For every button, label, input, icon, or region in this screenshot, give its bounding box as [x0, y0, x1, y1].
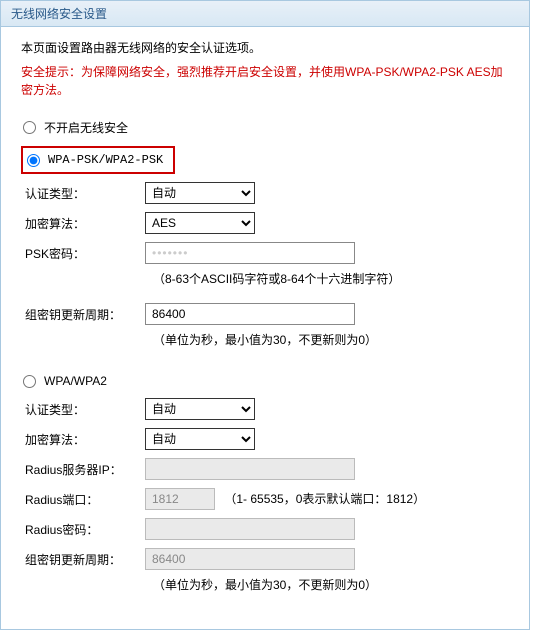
option-wpapsk-radio[interactable]: [27, 154, 40, 167]
wpapsk-group-hint: （单位为秒，最小值为30，不更新则为0）: [153, 333, 377, 347]
wpapsk-group-label: 组密钥更新周期：: [25, 306, 145, 323]
option-wpapsk-highlight: WPA-PSK/WPA2-PSK: [21, 146, 175, 174]
radius-ip-input: [145, 458, 355, 480]
radius-port-hint: （1- 65535，0表示默认端口：1812）: [224, 492, 425, 506]
wpa-group-input: [145, 548, 355, 570]
radius-pw-input: [145, 518, 355, 540]
option-wpa-row: WPA/WPA2: [21, 374, 509, 388]
wpapsk-psk-label: PSK密码：: [25, 245, 145, 262]
psk-hint: （8-63个ASCII码字符或8-64个十六进制字符）: [153, 272, 400, 286]
wpapsk-auth-label: 认证类型：: [25, 185, 145, 202]
option-wpa-label: WPA/WPA2: [44, 374, 107, 388]
wpa-auth-label: 认证类型：: [25, 401, 145, 418]
wpapsk-auth-select[interactable]: 自动: [145, 182, 255, 204]
radius-pw-label: Radius密码：: [25, 521, 145, 538]
wpapsk-group-input[interactable]: [145, 303, 355, 325]
wpa-encrypt-select[interactable]: 自动: [145, 428, 255, 450]
option-wpa-radio[interactable]: [23, 375, 36, 388]
option-none-row: 不开启无线安全: [21, 119, 509, 136]
wpa-group-hint: （单位为秒，最小值为30，不更新则为0）: [153, 578, 377, 592]
wpa-encrypt-label: 加密算法：: [25, 431, 145, 448]
intro-text: 本页面设置路由器无线网络的安全认证选项。: [21, 39, 509, 57]
panel-title: 无线网络安全设置: [1, 0, 529, 27]
wpa-auth-select[interactable]: 自动: [145, 398, 255, 420]
wpapsk-psk-input[interactable]: [145, 242, 355, 264]
wpapsk-encrypt-select[interactable]: AES: [145, 212, 255, 234]
wpapsk-fields: 认证类型： 自动 加密算法： AES PSK密码：: [21, 182, 509, 348]
radius-ip-label: Radius服务器IP：: [25, 461, 145, 478]
option-none-radio[interactable]: [23, 121, 36, 134]
radius-port-label: Radius端口：: [25, 491, 145, 508]
wpa-fields: 认证类型： 自动 加密算法： 自动 Radius服务器IP：: [21, 398, 509, 593]
wpapsk-encrypt-label: 加密算法：: [25, 215, 145, 232]
panel-body: 本页面设置路由器无线网络的安全认证选项。 安全提示：为保障网络安全，强烈推荐开启…: [1, 27, 529, 629]
wpa-group-label: 组密钥更新周期：: [25, 551, 145, 568]
option-wpapsk-label: WPA-PSK/WPA2-PSK: [48, 153, 163, 167]
security-tip: 安全提示：为保障网络安全，强烈推荐开启安全设置，并使用WPA-PSK/WPA2-…: [21, 63, 509, 99]
security-settings-panel: 无线网络安全设置 本页面设置路由器无线网络的安全认证选项。 安全提示：为保障网络…: [0, 0, 530, 630]
option-none-label: 不开启无线安全: [44, 119, 128, 136]
